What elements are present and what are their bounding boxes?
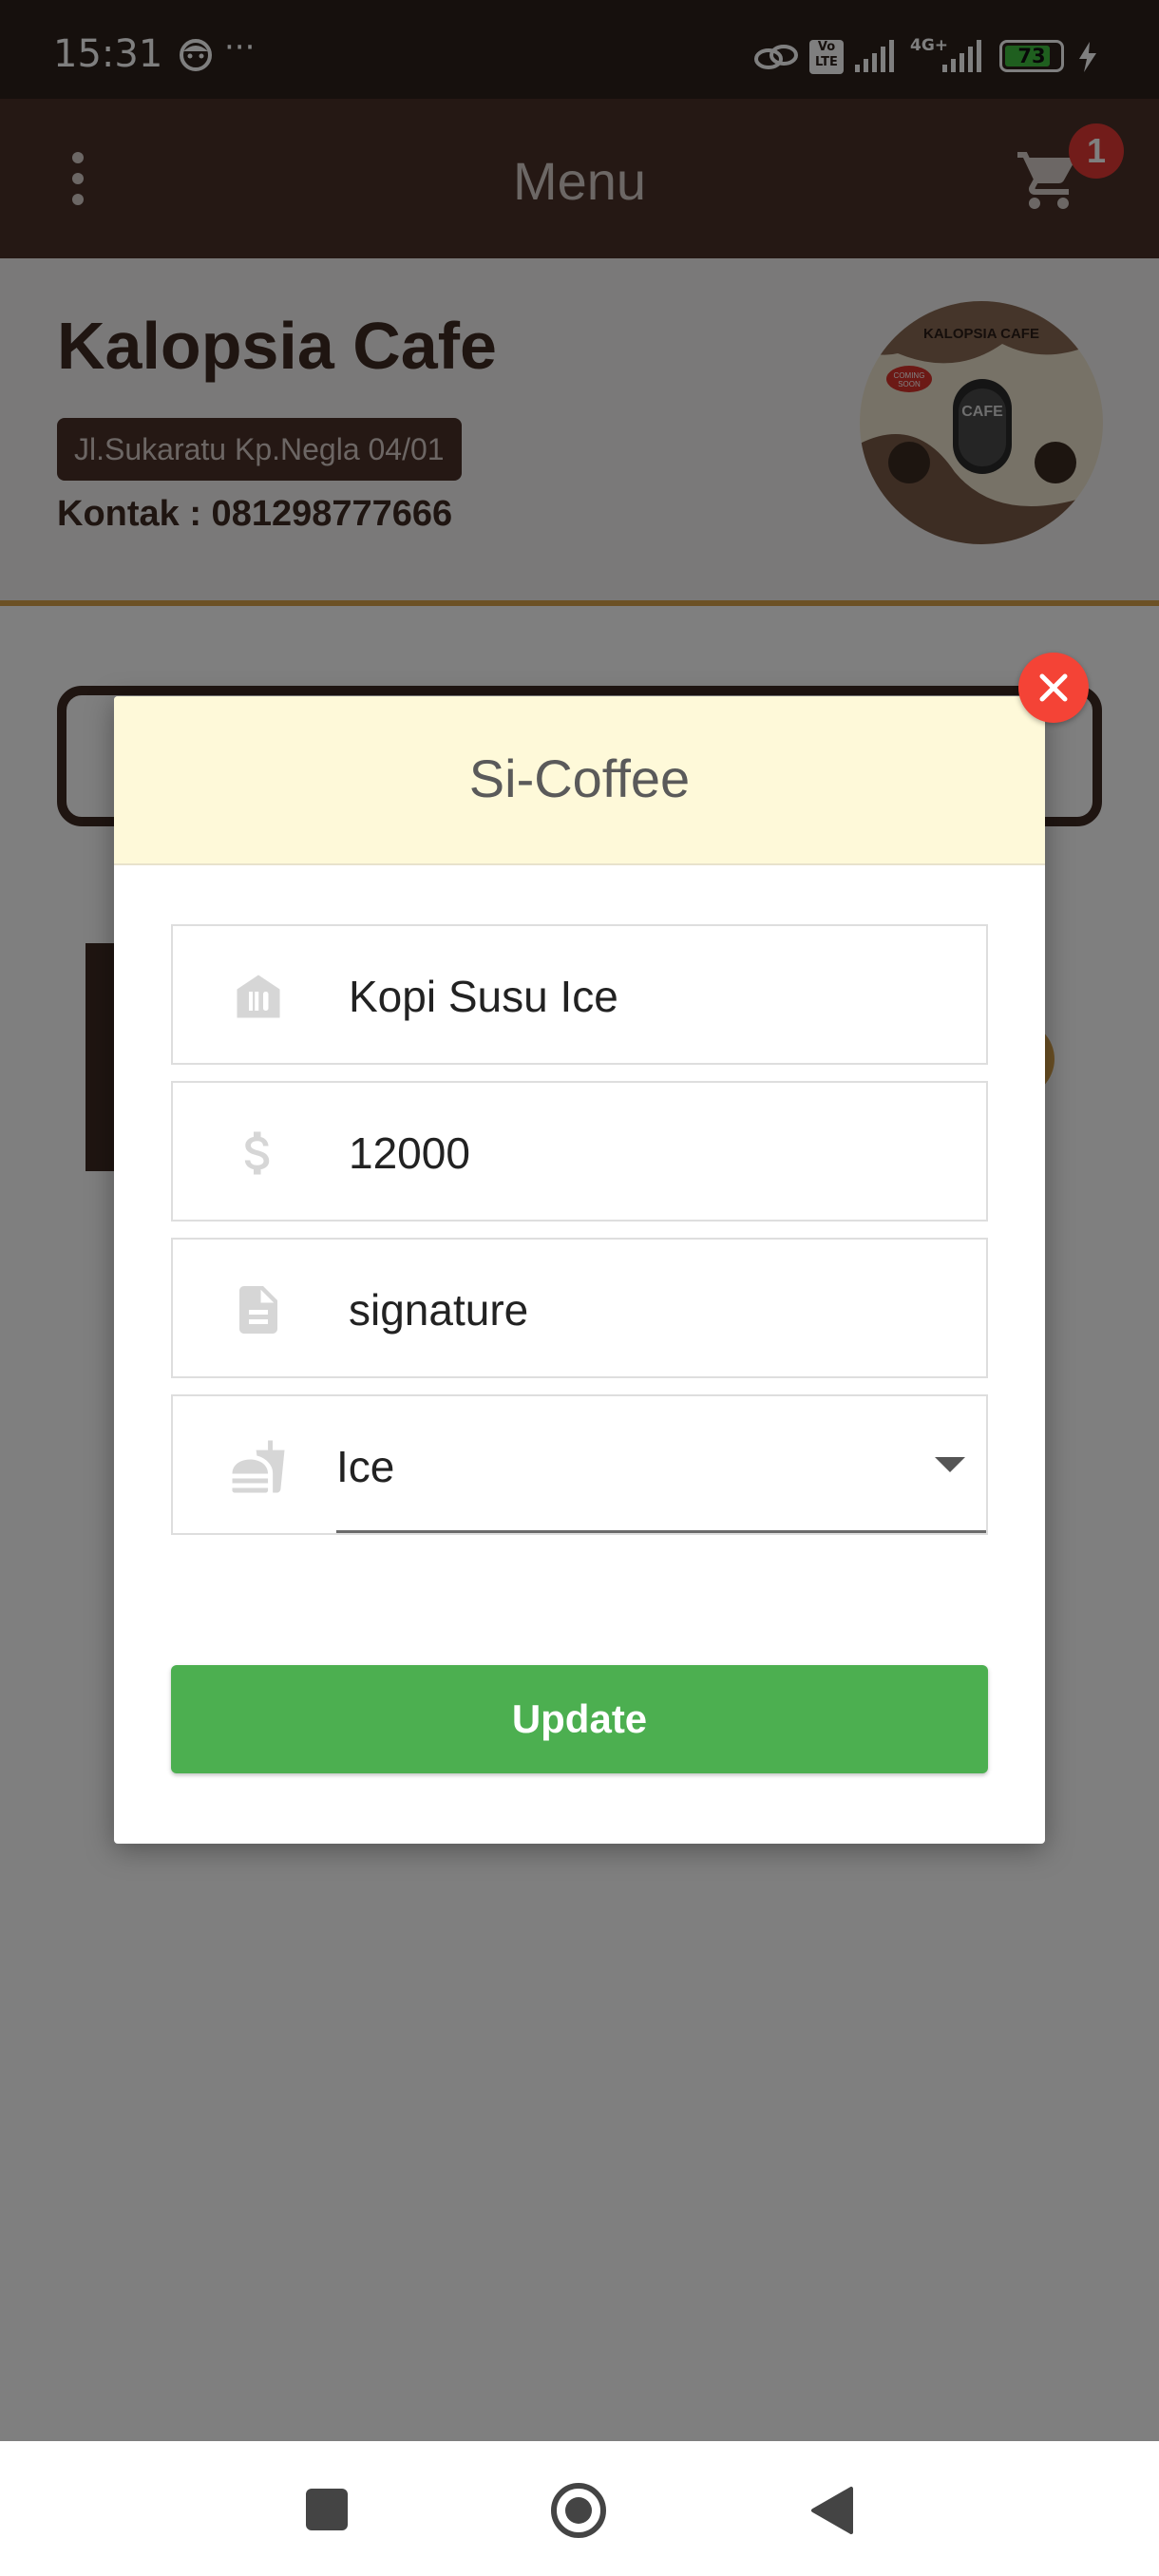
dollar-icon bbox=[244, 1131, 270, 1175]
category-value[interactable]: Ice bbox=[336, 1438, 394, 1495]
back-button[interactable] bbox=[808, 2485, 855, 2536]
close-dialog-button[interactable] bbox=[1018, 653, 1089, 723]
home-button[interactable] bbox=[549, 2481, 608, 2540]
dialog-title: Si-Coffee bbox=[468, 748, 691, 808]
chevron-down-icon[interactable] bbox=[935, 1457, 965, 1472]
recents-button[interactable] bbox=[306, 2489, 348, 2530]
price-field[interactable]: 12000 bbox=[171, 1081, 988, 1222]
description-value[interactable]: signature bbox=[349, 1281, 528, 1338]
edit-menu-dialog: Si-Coffee Kopi Susu Ice 12000 signature … bbox=[114, 696, 1045, 1844]
document-icon bbox=[239, 1286, 277, 1334]
description-field[interactable]: signature bbox=[171, 1238, 988, 1378]
category-select[interactable]: Ice bbox=[171, 1394, 988, 1535]
system-nav-bar bbox=[0, 2441, 1159, 2576]
select-underline bbox=[336, 1530, 986, 1533]
dialog-header: Si-Coffee bbox=[114, 696, 1045, 865]
update-button[interactable]: Update bbox=[171, 1665, 988, 1773]
restaurant-icon bbox=[237, 975, 280, 1018]
menu-name-field[interactable]: Kopi Susu Ice bbox=[171, 924, 988, 1065]
food-category-icon bbox=[232, 1440, 285, 1493]
price-value[interactable]: 12000 bbox=[349, 1125, 470, 1182]
close-icon[interactable] bbox=[1018, 653, 1089, 723]
menu-name-value[interactable]: Kopi Susu Ice bbox=[349, 968, 618, 1025]
